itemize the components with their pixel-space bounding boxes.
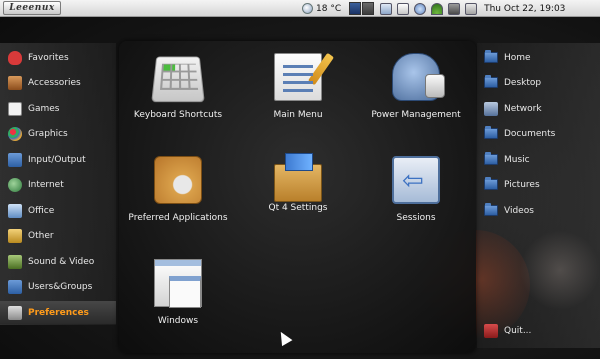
- media-icon: [8, 254, 22, 269]
- network-icon: [484, 101, 498, 116]
- place-home[interactable]: Home: [477, 46, 600, 69]
- app-label: Power Management: [371, 110, 461, 120]
- place-desktop[interactable]: Desktop: [477, 71, 600, 94]
- category-favorites[interactable]: Favorites: [0, 46, 116, 69]
- system-tray: 18 °C Thu Oct 22, 19:03: [302, 0, 565, 17]
- workspace-2[interactable]: [362, 2, 375, 15]
- place-music[interactable]: Music: [477, 148, 600, 171]
- app-label: Qt 4 Settings: [268, 203, 328, 213]
- place-label: Network: [504, 103, 542, 114]
- folder-icon: [8, 152, 22, 167]
- app-sessions[interactable]: Sessions: [357, 152, 475, 242]
- top-panel: Leeenux 18 °C Thu Oct 22, 19:03: [0, 0, 600, 17]
- qt-settings-icon: [274, 153, 322, 202]
- sound-icon[interactable]: [448, 2, 461, 15]
- place-pictures[interactable]: Pictures: [477, 173, 600, 196]
- category-label: Office: [28, 205, 55, 216]
- place-label: Videos: [504, 205, 534, 216]
- accessories-icon: [8, 75, 22, 90]
- category-label: Favorites: [28, 52, 69, 63]
- users-icon: [8, 279, 22, 294]
- leeenux-logo[interactable]: Leeenux: [3, 1, 61, 15]
- category-label: Sound & Video: [28, 256, 95, 267]
- main-menu-icon: [274, 53, 322, 101]
- category-users-groups[interactable]: Users&Groups: [0, 275, 116, 298]
- place-documents[interactable]: Documents: [477, 122, 600, 145]
- app-qt4-settings[interactable]: Qt 4 Settings: [239, 152, 357, 242]
- pager-icon[interactable]: [380, 2, 393, 15]
- quit-button[interactable]: Quit...: [477, 319, 600, 342]
- app-label: Sessions: [396, 213, 436, 223]
- folder-icon: [484, 50, 498, 63]
- category-label: Accessories: [28, 77, 81, 88]
- app-main-menu[interactable]: Main Menu: [239, 49, 357, 139]
- place-videos[interactable]: Videos: [477, 199, 600, 222]
- battery-icon[interactable]: [397, 2, 410, 15]
- places-sidebar: Home Desktop Network Documents Music Pic…: [477, 43, 600, 348]
- network-manager-icon[interactable]: [414, 2, 427, 15]
- folder-icon: [484, 152, 498, 165]
- place-label: Music: [504, 154, 530, 165]
- category-label: Internet: [28, 179, 64, 190]
- cards-icon: [8, 101, 22, 116]
- preferences-icon: [8, 305, 22, 320]
- app-label: Keyboard Shortcuts: [133, 110, 223, 120]
- clock[interactable]: Thu Oct 22, 19:03: [484, 4, 565, 14]
- category-label: Users&Groups: [28, 281, 93, 292]
- temperature-text: 18 °C: [316, 3, 342, 14]
- category-label: Graphics: [28, 128, 68, 139]
- app-windows[interactable]: Windows: [119, 255, 237, 345]
- folder-icon: [484, 177, 498, 190]
- app-grid-panel: Keyboard Shortcuts Main Menu Power Manag…: [119, 41, 476, 353]
- office-icon: [8, 203, 22, 218]
- app-label: Windows: [157, 316, 199, 326]
- place-label: Home: [504, 52, 531, 63]
- category-label: Input/Output: [28, 154, 86, 165]
- other-icon: [8, 228, 22, 243]
- keyboard-icon: [151, 56, 205, 103]
- category-label: Preferences: [28, 307, 89, 318]
- place-network[interactable]: Network: [477, 97, 600, 120]
- folder-icon: [484, 75, 498, 88]
- keyboard-layout-icon[interactable]: [465, 2, 478, 15]
- category-sound-video[interactable]: Sound & Video: [0, 250, 116, 273]
- app-label: Preferred Applications: [128, 213, 228, 223]
- category-preferences[interactable]: Preferences: [0, 301, 116, 324]
- workspace-1[interactable]: [349, 2, 362, 15]
- workspace-switcher: [349, 2, 375, 15]
- globe-icon: [8, 177, 22, 192]
- category-other[interactable]: Other: [0, 224, 116, 247]
- place-label: Documents: [504, 128, 556, 139]
- category-internet[interactable]: Internet: [0, 173, 116, 196]
- quit-icon: [484, 323, 498, 338]
- weather-icon: [302, 3, 313, 14]
- palette-icon: [8, 126, 22, 141]
- weather-applet[interactable]: 18 °C: [302, 0, 341, 17]
- category-sidebar: Favorites Accessories Games Graphics Inp…: [0, 43, 116, 325]
- category-label: Games: [28, 103, 60, 114]
- category-label: Other: [28, 230, 54, 241]
- wifi-icon[interactable]: [431, 2, 444, 15]
- app-preferred-applications[interactable]: Preferred Applications: [119, 152, 237, 242]
- category-accessories[interactable]: Accessories: [0, 71, 116, 94]
- category-office[interactable]: Office: [0, 199, 116, 222]
- heart-icon: [8, 50, 22, 65]
- preferred-applications-icon: [154, 156, 202, 204]
- folder-icon: [484, 203, 498, 216]
- category-input-output[interactable]: Input/Output: [0, 148, 116, 171]
- place-label: Pictures: [504, 179, 540, 190]
- app-power-management[interactable]: Power Management: [357, 49, 475, 139]
- place-label: Desktop: [504, 77, 542, 88]
- power-management-icon: [392, 53, 445, 101]
- category-games[interactable]: Games: [0, 97, 116, 120]
- app-keyboard-shortcuts[interactable]: Keyboard Shortcuts: [119, 49, 237, 139]
- category-graphics[interactable]: Graphics: [0, 122, 116, 145]
- folder-icon: [484, 126, 498, 139]
- windows-icon: [154, 259, 202, 308]
- sessions-icon: [392, 156, 440, 204]
- quit-label: Quit...: [504, 325, 532, 336]
- app-label: Main Menu: [273, 110, 323, 120]
